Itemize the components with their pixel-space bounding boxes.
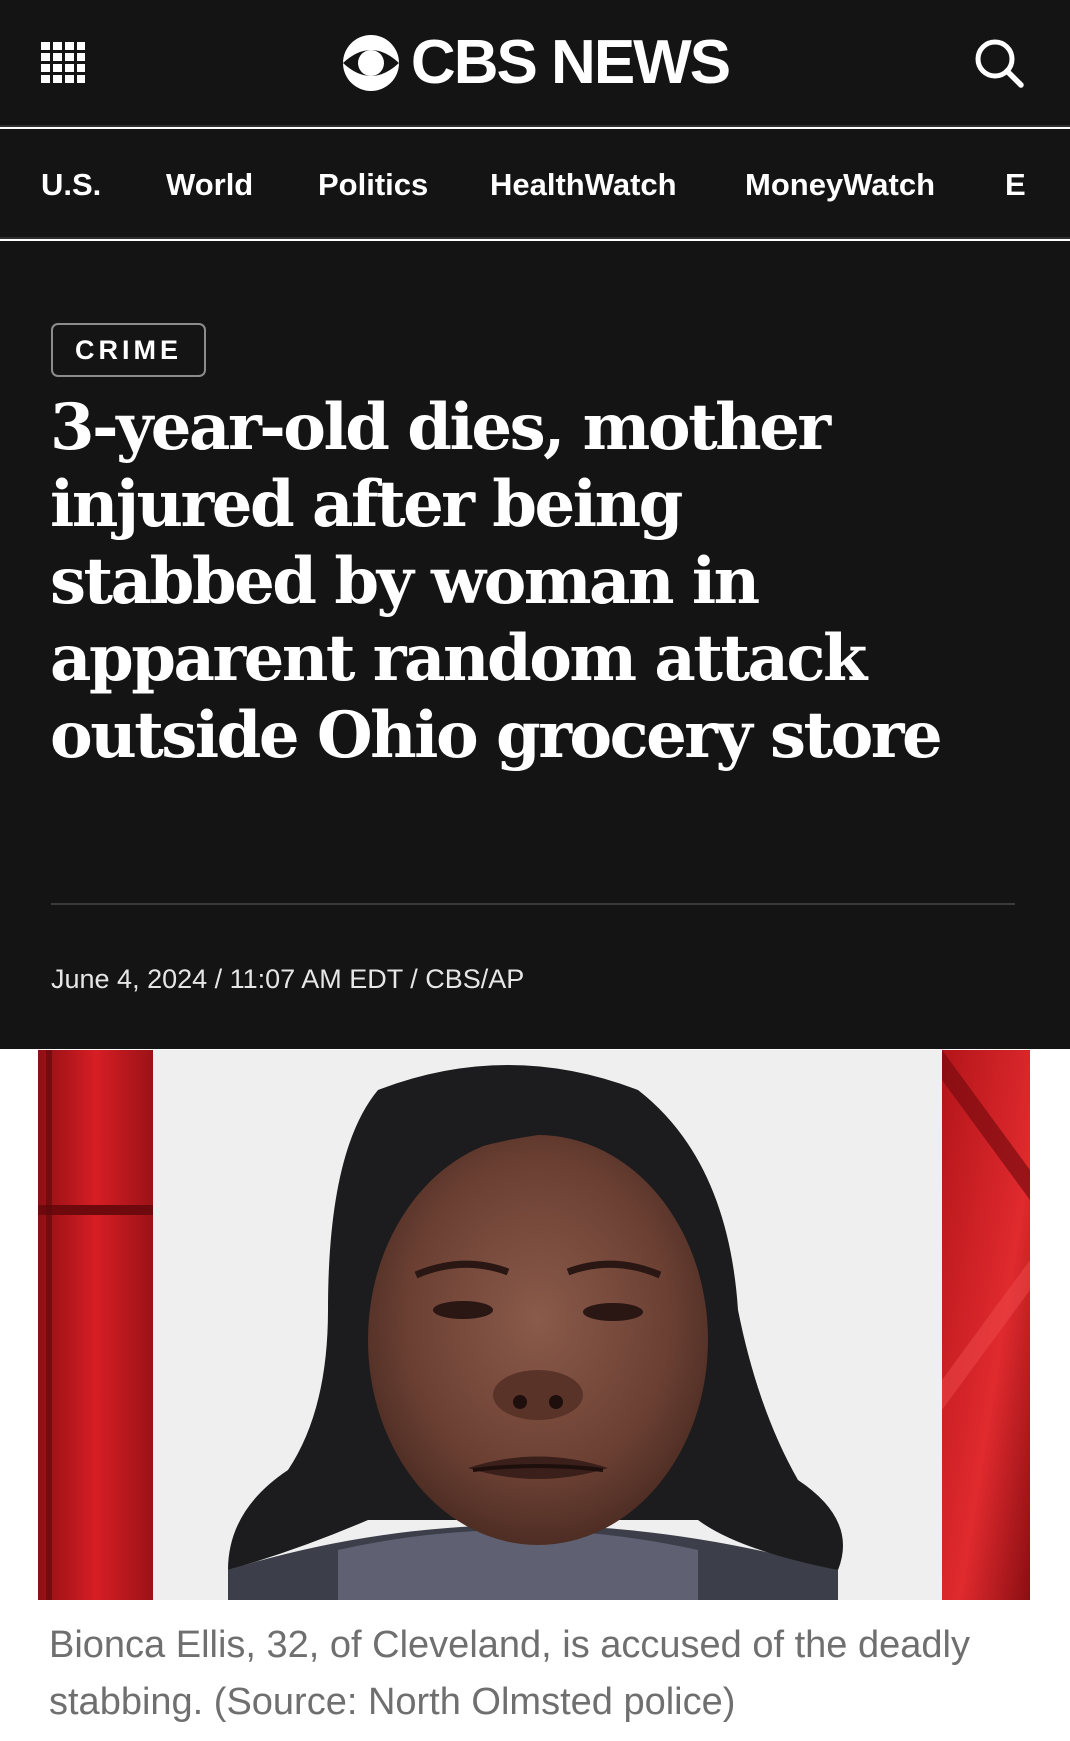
header-divider (51, 903, 1015, 905)
nav-item-healthwatch[interactable]: HealthWatch (490, 167, 677, 203)
article-header: CRIME 3-year-old dies, mother injured af… (0, 241, 1070, 1049)
brand-wordmark: CBS NEWS (410, 28, 731, 97)
article-headline: 3-year-old dies, mother injured after be… (50, 390, 943, 773)
nav-item-moneywatch[interactable]: MoneyWatch (745, 167, 935, 203)
search-icon[interactable] (972, 36, 1026, 90)
cbs-eye-icon (342, 35, 399, 91)
nav-item-entertainment-truncated[interactable]: E (1005, 167, 1026, 203)
nav-item-us[interactable]: U.S. (41, 167, 101, 203)
photo-caption: Bionca Ellis, 32, of Cleveland, is accus… (49, 1624, 970, 1723)
suspect-photo-image (38, 1050, 1030, 1600)
section-nav: U.S. World Politics HealthWatch MoneyWat… (0, 129, 1070, 239)
category-badge[interactable]: CRIME (51, 323, 206, 377)
article-dateline: June 4, 2024 / 11:07 AM EDT / CBS/AP (51, 964, 525, 994)
top-header: CBS NEWS (0, 0, 1070, 127)
article-photo (38, 1050, 1030, 1600)
nav-item-politics[interactable]: Politics (318, 167, 428, 203)
cbs-news-logo[interactable]: CBS NEWS (0, 26, 1070, 100)
nav-item-world[interactable]: World (166, 167, 253, 203)
